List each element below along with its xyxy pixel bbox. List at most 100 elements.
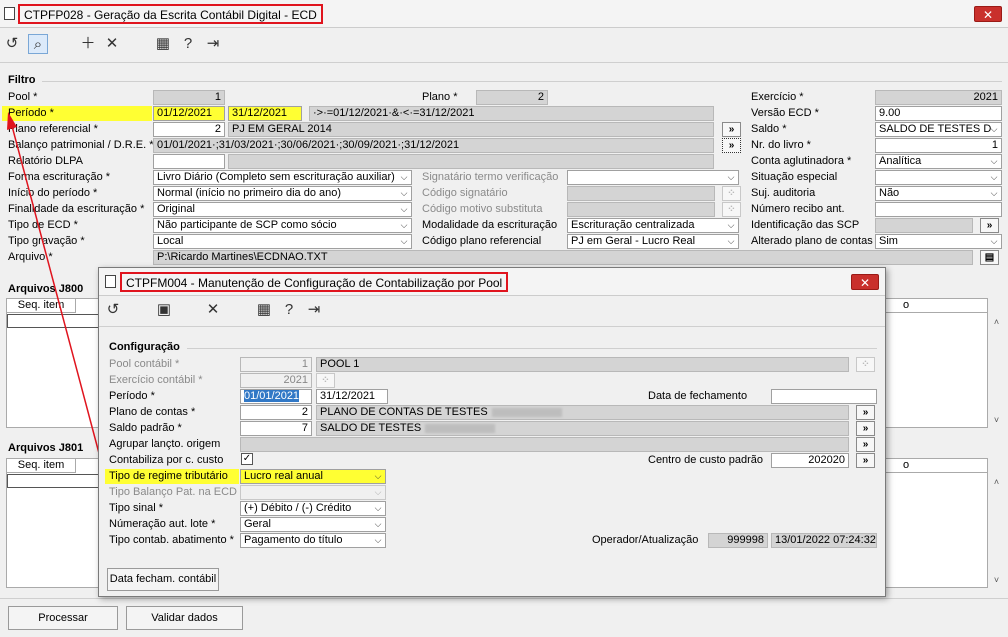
chevron-down-icon: ⌵ — [374, 535, 382, 545]
exercicio-contabil-lookup-button[interactable]: ⁘ — [316, 373, 335, 388]
dialog-toolbar-separator — [99, 326, 885, 327]
versao-ecd-field[interactable]: 9.00 — [875, 106, 1002, 121]
chevron-down-icon: ⌵ — [990, 156, 998, 166]
codigo-signatario-field — [567, 186, 715, 201]
chevron-down-icon: ⌵ — [727, 172, 735, 182]
codigo-motivo-lookup-button[interactable]: ⁘ — [722, 202, 741, 217]
modalidade-value: Escrituração centralizada — [571, 219, 695, 231]
suj-auditoria-select[interactable]: Não ⌵ — [875, 186, 1002, 201]
exercicio-contabil-label: Exercício contábil * — [109, 374, 203, 386]
centro-custo-label: Centro de custo padrão — [648, 454, 763, 466]
identificacao-scp-lookup-button[interactable]: » — [980, 218, 999, 233]
chevron-down-icon: ⌵ — [400, 188, 408, 198]
alterado-plano-value: Sim — [879, 235, 898, 247]
arquivos-j801-grid-right[interactable] — [885, 458, 988, 588]
centro-custo-field[interactable]: 202020 — [771, 453, 849, 468]
plano-referencial-lookup-button[interactable]: » — [722, 122, 741, 137]
scroll-down-icon[interactable]: ˅ — [988, 412, 1005, 428]
processar-button[interactable]: Processar — [8, 606, 118, 630]
pool-contabil-code: 1 — [240, 357, 312, 372]
tipo-sinal-label: Tipo sinal * — [109, 502, 164, 514]
regime-tributario-label: Tipo de regime tributário — [109, 470, 228, 482]
pool-contabil-lookup-button[interactable]: ⁘ — [856, 357, 875, 372]
agrupar-lancto-lookup-button[interactable]: » — [856, 437, 875, 452]
chevron-down-icon: ⌵ — [374, 503, 382, 513]
numero-recibo-label: Número recibo ant. — [751, 203, 845, 215]
centro-custo-lookup-button[interactable]: » — [856, 453, 875, 468]
exit-icon[interactable]: ⇥ — [304, 300, 324, 320]
plano-referencial-desc: PJ EM GERAL 2014 — [228, 122, 714, 137]
codigo-plano-referencial-select[interactable]: PJ em Geral - Lucro Real ⌵ — [567, 234, 739, 249]
nr-livro-field[interactable]: 1 — [875, 138, 1002, 153]
main-close-button[interactable]: ✕ — [974, 6, 1002, 22]
numeracao-lote-select[interactable]: Geral ⌵ — [240, 517, 386, 532]
plano-contas-code[interactable]: 2 — [240, 405, 312, 420]
numeracao-lote-label: Númeração aut. lote * — [109, 518, 216, 530]
modalidade-select[interactable]: Escrituração centralizada ⌵ — [567, 218, 739, 233]
scroll-up-icon[interactable]: ˄ — [988, 474, 1005, 490]
conta-aglutinadora-label: Conta aglutinadora * — [751, 155, 852, 167]
chevron-down-icon: ⌵ — [990, 188, 998, 198]
tipo-balanco-select[interactable]: ⌵ — [240, 485, 386, 500]
chevron-down-icon: ⌵ — [400, 204, 408, 214]
dialog-close-button[interactable]: ✕ — [851, 274, 879, 290]
configuracao-line — [187, 348, 877, 349]
arquivo-browse-icon[interactable]: ▤ — [980, 250, 999, 265]
codigo-signatario-lookup-button[interactable]: ⁘ — [722, 186, 741, 201]
regime-tributario-value: Lucro real anual — [244, 470, 323, 482]
dialog-periodo-start[interactable]: 01/01/2021 — [240, 389, 312, 404]
help-icon[interactable]: ? — [279, 300, 299, 320]
plano-contas-lookup-button[interactable]: » — [856, 405, 875, 420]
suj-auditoria-label: Suj. auditoria — [751, 187, 816, 199]
balanco-lookup-button[interactable]: » — [722, 138, 741, 153]
arquivos-j800-grid-right[interactable] — [885, 298, 988, 428]
delete-icon[interactable]: ✕ — [203, 300, 223, 320]
refresh-icon[interactable]: ↺ — [103, 300, 123, 320]
codigo-motivo-label: Código motivo substituta — [422, 203, 543, 215]
situacao-especial-select[interactable]: ⌵ — [875, 170, 1002, 185]
plano-label: Plano * — [422, 91, 458, 103]
chevron-down-icon: ⌵ — [400, 220, 408, 230]
chevron-down-icon: ⌵ — [400, 172, 408, 182]
saldo-padrao-lookup-button[interactable]: » — [856, 421, 875, 436]
agrupar-lancto-field — [240, 437, 849, 452]
calendar-icon[interactable]: ▦ — [254, 300, 274, 320]
alterado-plano-select[interactable]: Sim ⌵ — [875, 234, 1002, 249]
plano-contas-label: Plano de contas * — [109, 406, 196, 418]
codigo-plano-referencial-label: Código plano referencial — [422, 235, 542, 247]
numeracao-lote-value: Geral — [244, 518, 271, 530]
save-icon[interactable]: ▣ — [154, 300, 174, 320]
data-fechamento-field[interactable] — [771, 389, 877, 404]
saldo-padrao-desc: SALDO DE TESTES — [316, 421, 849, 436]
dialog-periodo-end[interactable]: 31/12/2021 — [316, 389, 388, 404]
abatimento-select[interactable]: Pagamento do título ⌵ — [240, 533, 386, 548]
scroll-up-icon[interactable]: ˄ — [988, 314, 1005, 330]
numero-recibo-field[interactable] — [875, 202, 1002, 217]
regime-tributario-select[interactable]: Lucro real anual ⌵ — [240, 469, 386, 484]
validar-dados-button[interactable]: Validar dados — [126, 606, 243, 630]
j801-col-o-header[interactable]: o — [885, 458, 988, 473]
scroll-down-icon[interactable]: ˅ — [988, 572, 1005, 588]
saldo-padrao-code[interactable]: 7 — [240, 421, 312, 436]
tipo-sinal-select[interactable]: (+) Débito / (-) Crédito ⌵ — [240, 501, 386, 516]
chevron-down-icon: ⌵ — [374, 471, 382, 481]
operador-field: 999998 — [708, 533, 768, 548]
j801-scrollbar[interactable]: ˄ ˅ — [988, 474, 1005, 588]
tipo-balanco-label: Tipo Balanço Pat. na ECD — [109, 486, 237, 498]
periodo-end-field[interactable]: 31/12/2021 — [228, 106, 302, 121]
exit-icon[interactable]: ⇥ — [203, 34, 223, 54]
j800-col-o-header[interactable]: o — [885, 298, 988, 313]
dialog-title: CTPFM004 - Manutenção de Configuração de… — [120, 272, 509, 292]
signatario-select[interactable]: ⌵ — [567, 170, 739, 185]
signatario-label: Signatário termo verificação — [422, 171, 559, 183]
periodo-expression: ·>·=01/12/2021·&·<·=31/12/2021 — [309, 106, 714, 121]
saldo-select[interactable]: SALDO DE TESTES D ⌵ — [875, 122, 1002, 137]
conta-aglutinadora-select[interactable]: Analítica ⌵ — [875, 154, 1002, 169]
data-fechamento-contabil-button[interactable]: Data fecham. contábil — [107, 568, 219, 591]
pool-contabil-label: Pool contábil * — [109, 358, 180, 370]
relatorio-dlpa-desc — [228, 154, 714, 169]
contabiliza-ccusto-checkbox[interactable]: ✓ — [241, 453, 253, 465]
j800-scrollbar[interactable]: ˄ ˅ — [988, 314, 1005, 428]
configuracao-label: Configuração — [109, 341, 180, 353]
chevron-down-icon: ⌵ — [374, 487, 382, 497]
